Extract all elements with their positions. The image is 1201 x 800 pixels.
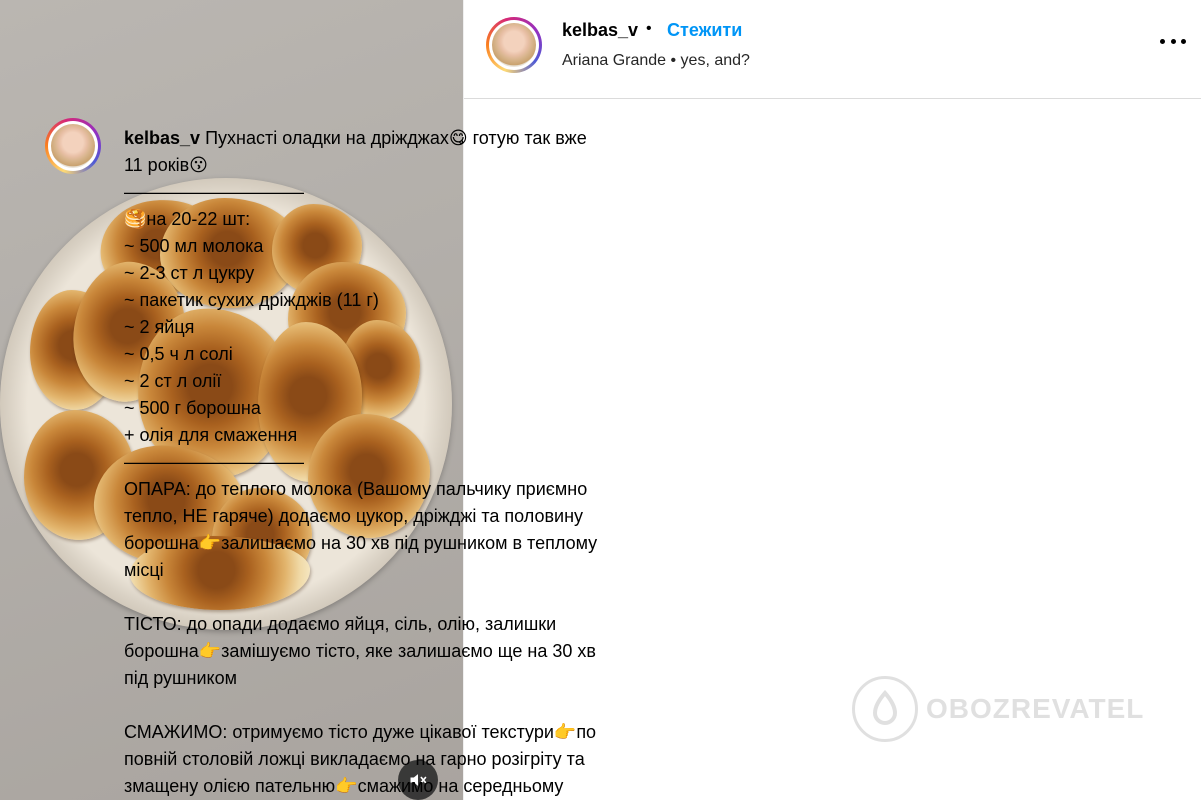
kiss-emoji-icon: 😗	[189, 155, 208, 176]
caption-title: Пухнасті оладки на дріжджах	[205, 128, 449, 148]
step1-text: борошна	[124, 533, 199, 553]
post-caption: kelbas_v Пухнасті оладки на дріжджах😋 го…	[124, 125, 684, 800]
pointing-hand-icon: 👉	[335, 776, 358, 797]
step2-text: ТІСТО: до опади додаємо яйця, сіль, олію…	[124, 614, 557, 634]
step1-text: ОПАРА: до теплого молока (Вашому пальчик…	[124, 479, 588, 499]
step3-text: смажимо на середньому	[357, 776, 564, 796]
pointing-hand-icon: 👉	[198, 533, 222, 554]
pancakes-emoji-icon: 🥞	[124, 209, 147, 230]
ingredient-item: ~ 2 ст л олії	[124, 371, 222, 391]
step3-text: СМАЖИМО: отримуємо тісто дуже цікавої те…	[124, 722, 554, 742]
step2-text: під рушником	[124, 668, 237, 688]
yield-text: на 20-22 шт:	[146, 209, 251, 229]
caption-title-rest: готую так вже	[472, 128, 587, 148]
step3-text: повній столовій ложці викладаємо на гарн…	[124, 749, 585, 769]
step3-text: по	[576, 722, 597, 742]
step1-text: місці	[124, 560, 164, 580]
step2-text: замішуємо тісто, яке залишаємо ще на 30 …	[221, 641, 596, 661]
step3-text: змащену олією пательню	[124, 776, 336, 796]
post-header: kelbas_v • Стежити Ariana Grande • yes, …	[464, 0, 1201, 99]
more-options-button[interactable]	[1160, 34, 1186, 48]
avatar[interactable]	[486, 17, 542, 73]
pointing-hand-icon: 👉	[553, 722, 577, 743]
divider-line: ——————————	[124, 182, 304, 202]
step2-text: борошна	[124, 641, 199, 661]
smile-emoji-icon: 😋	[448, 128, 468, 149]
header-username[interactable]: kelbas_v	[562, 20, 638, 41]
caption-username[interactable]: kelbas_v	[124, 128, 200, 148]
ingredient-item: ~ 500 мл молока	[124, 236, 264, 256]
ingredient-item: ~ 2 яйця	[124, 317, 195, 337]
step1-text: залишаємо на 30 хв під рушником в теплом…	[221, 533, 598, 553]
ingredient-item: ~ пакетик сухих дріжджів (11 г)	[124, 290, 379, 310]
ingredient-item: ~ 2-3 ст л цукру	[124, 263, 255, 283]
ingredient-item: ~ 500 г борошна	[124, 398, 261, 418]
caption-title-line2: 11 років	[124, 155, 190, 175]
ingredient-item: + олія для смаження	[124, 425, 298, 445]
audio-track-link[interactable]: Ariana Grande • yes, and?	[562, 52, 750, 70]
caption-avatar[interactable]	[45, 118, 101, 174]
step1-text: тепло, НЕ гаряче) додаємо цукор, дріжджі…	[124, 506, 584, 526]
divider-line: ——————————	[124, 452, 304, 472]
pointing-hand-icon: 👉	[198, 641, 222, 662]
more-horizontal-icon	[1160, 38, 1165, 44]
follow-button[interactable]: Стежити	[667, 20, 742, 41]
separator-dot: •	[646, 20, 652, 37]
ingredient-item: ~ 0,5 ч л солі	[124, 344, 233, 364]
